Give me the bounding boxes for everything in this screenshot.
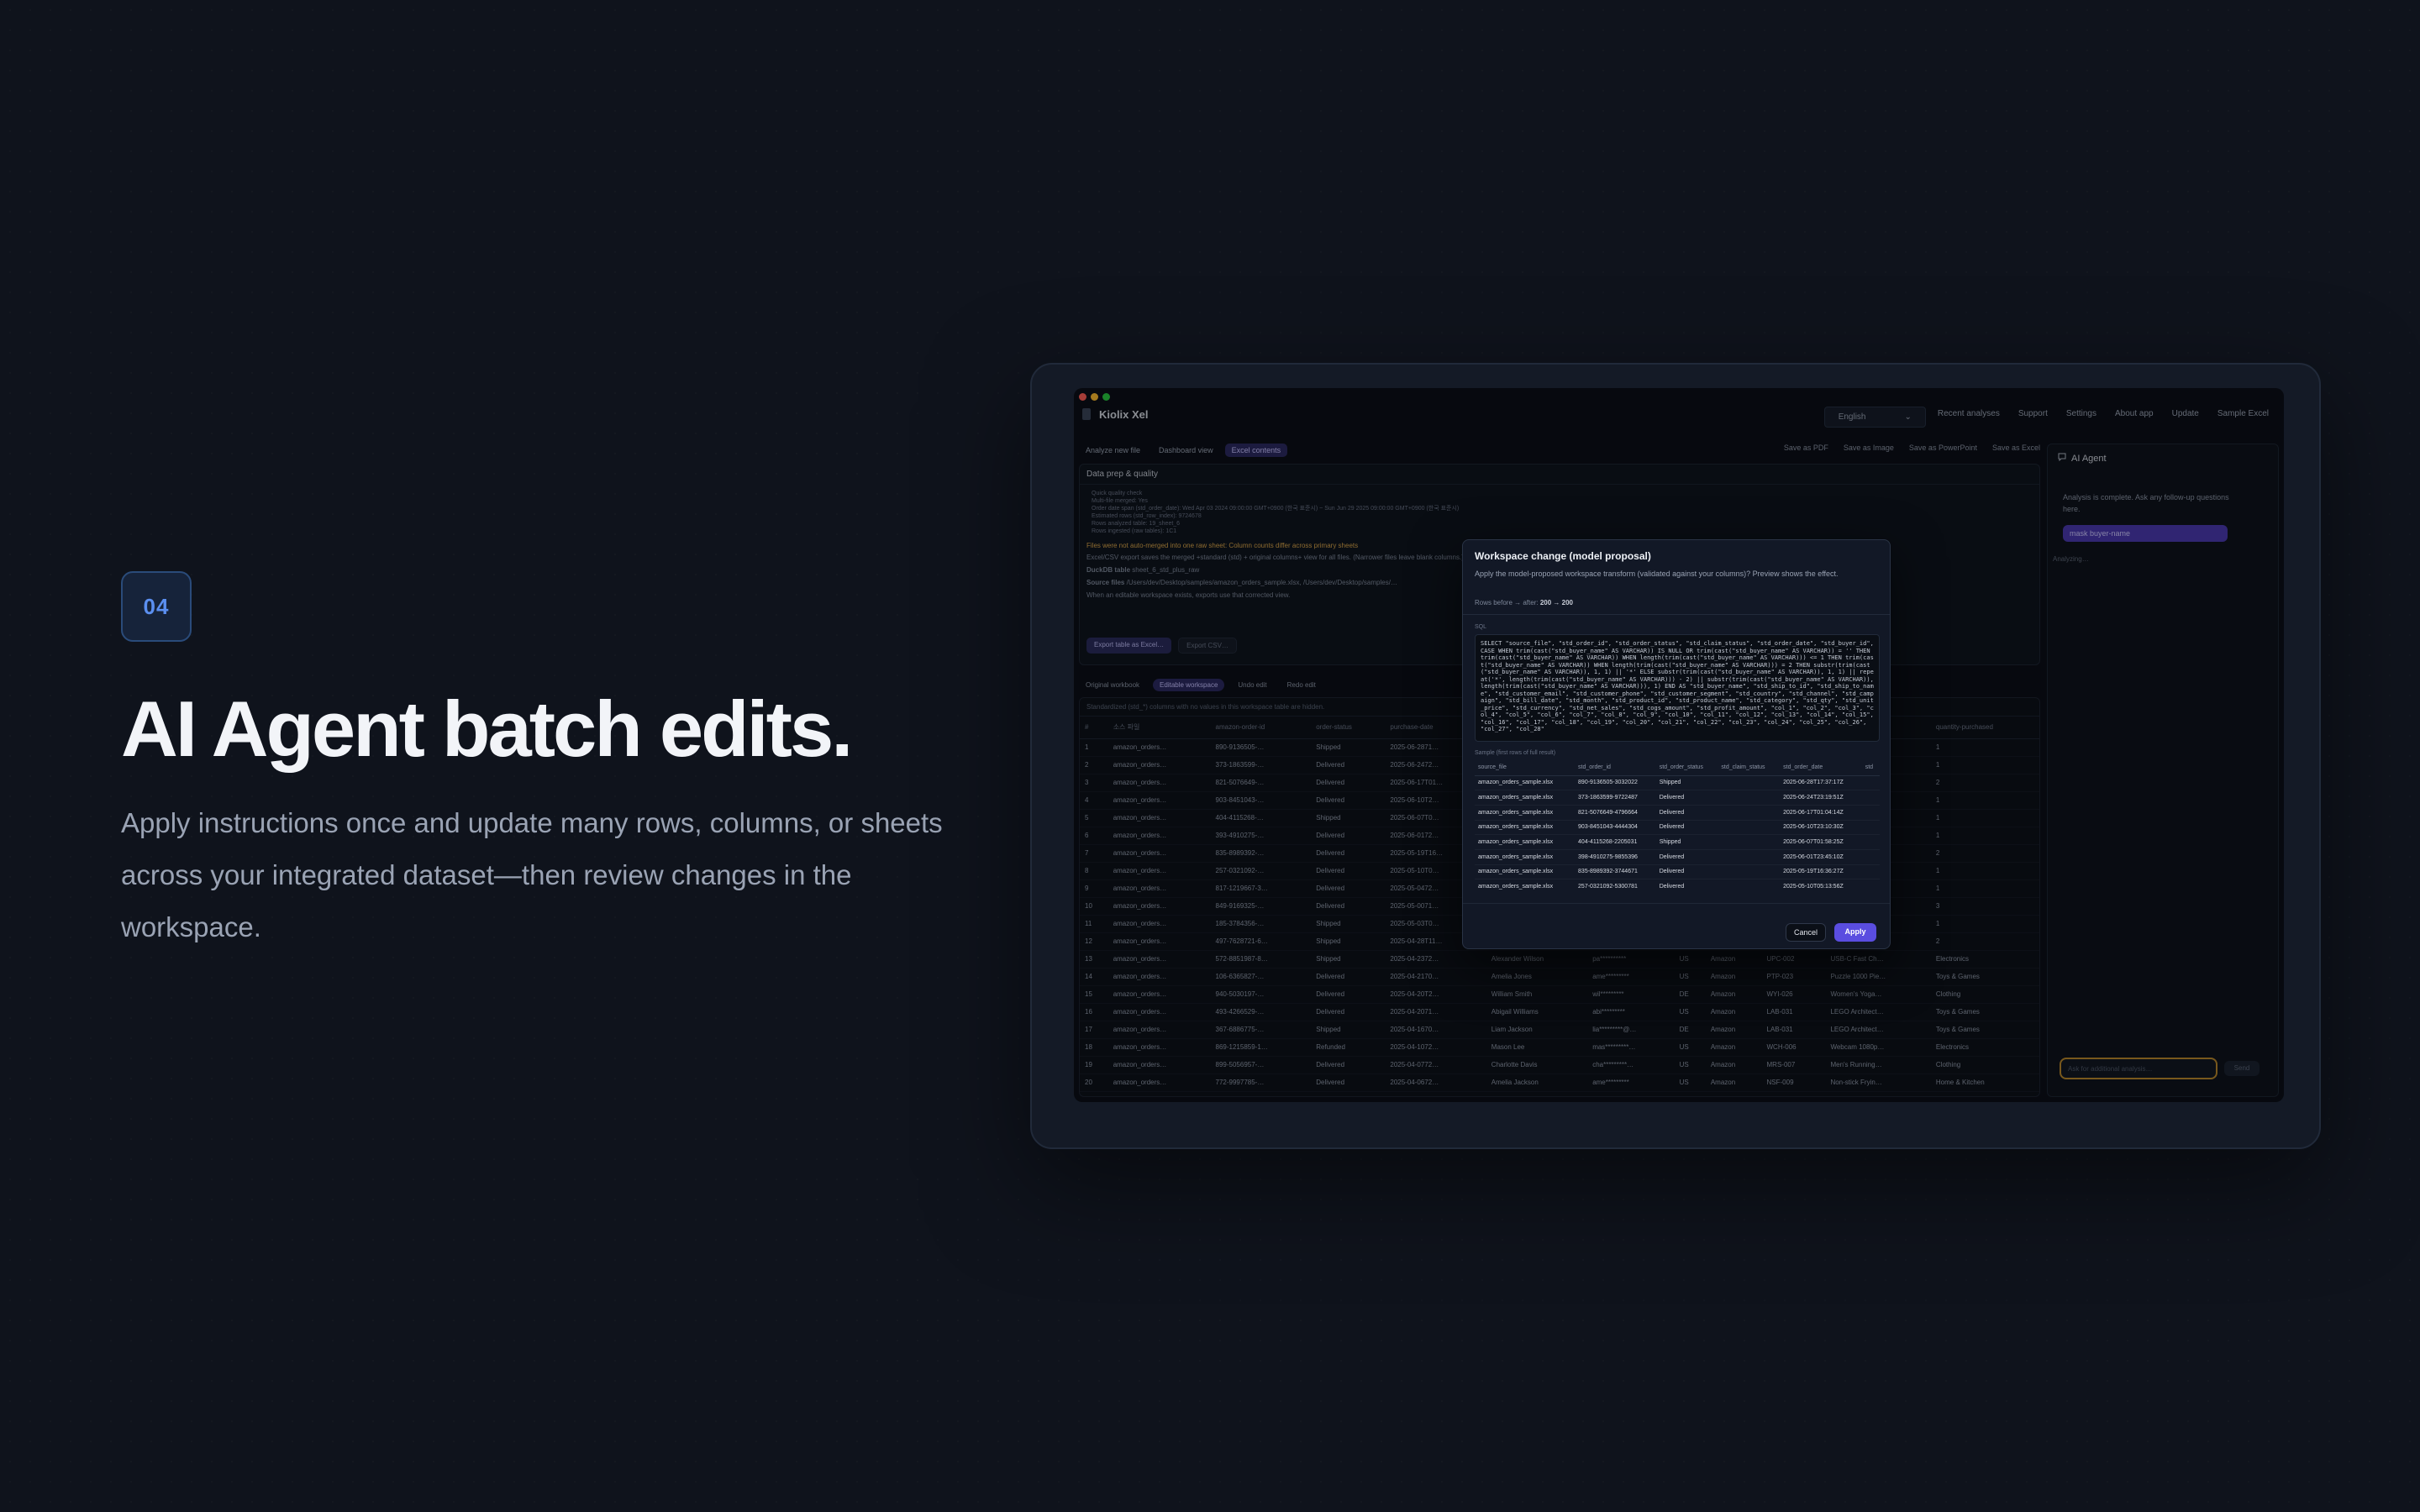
sample-cell: 903-8451043-4444304 [1575,820,1656,836]
sample-cell: 2025-06-01T23:45:10Z [1780,849,1862,865]
sample-cell: amazon_orders_sample.xlsx [1475,820,1576,836]
sample-cell: amazon_orders_sample.xlsx [1475,879,1576,891]
step-number: 04 [143,593,170,619]
sample-label: Sample (first rows of full result) [1475,750,1556,756]
sample-cell [1861,805,1880,821]
sample-cell: Delivered [1655,849,1718,865]
sample-cell: 2025-05-19T16:36:27Z [1780,864,1862,880]
cancel-button[interactable]: Cancel [1786,923,1826,942]
sample-cell [1861,820,1880,836]
apply-button[interactable]: Apply [1834,923,1876,942]
column-header[interactable]: std_claim_status [1718,760,1781,776]
dialog-description: Apply the model-proposed workspace trans… [1475,570,1839,578]
sample-cell: amazon_orders_sample.xlsx [1475,775,1576,791]
sample-cell: amazon_orders_sample.xlsx [1475,805,1576,821]
sample-cell [1718,864,1781,880]
sample-cell: 2025-06-10T23:10:30Z [1780,820,1862,836]
sample-cell: 398-4910275-9855396 [1575,849,1656,865]
sample-cell: Delivered [1655,820,1718,836]
sample-cell: 2025-06-07T01:58:25Z [1780,834,1862,850]
rows-summary: Rows before → after: 200 → 200 [1475,599,1573,606]
sample-cell: Delivered [1655,790,1718,806]
sample-cell: 404-4115268-2205031 [1575,834,1656,850]
rows-value: 200 → 200 [1539,599,1573,606]
sample-cell: 2025-06-28T17:37:17Z [1780,775,1862,791]
sample-cell: amazon_orders_sample.xlsx [1475,834,1576,850]
sample-cell [1861,775,1880,791]
sample-table-wrap[interactable]: source_file std_order_id std_order_status s… [1475,760,1880,891]
sample-cell: amazon_orders_sample.xlsx [1475,849,1576,865]
sql-label: SQL [1475,624,1487,630]
divider [1463,903,1890,904]
dialog-title: Workspace change (model proposal) [1475,550,1651,562]
rows-label: Rows before → after: [1475,599,1539,606]
sample-cell [1861,790,1880,806]
table-row[interactable]: amazon_orders_sample.xlsx 398-4910275-985… [1475,849,1880,865]
app-window: Kiolix Xel English ⌄ Recent analyses Sup… [1074,388,2284,1102]
divider [1463,614,1890,615]
sample-cell: Delivered [1655,864,1718,880]
column-header[interactable]: source_file [1475,760,1576,776]
sample-cell: Delivered [1655,805,1718,821]
sample-cell [1718,879,1781,891]
sample-cell: 2025-05-10T05:13:56Z [1780,879,1862,891]
sample-table: source_file std_order_id std_order_status s… [1475,760,1880,891]
hero-section: 04 AI Agent batch edits. Apply instructi… [121,571,961,953]
table-row[interactable]: amazon_orders_sample.xlsx 821-5076649-479… [1475,805,1880,821]
sample-cell: amazon_orders_sample.xlsx [1475,790,1576,806]
sample-cell [1861,864,1880,880]
table-row[interactable]: amazon_orders_sample.xlsx 890-9136505-303… [1475,775,1880,791]
sample-cell [1718,834,1781,850]
sample-cell: 821-5076649-4796664 [1575,805,1656,821]
sample-cell: 2025-06-24T23:19:51Z [1780,790,1862,806]
hero-title: AI Agent batch edits. [121,685,853,773]
table-row[interactable]: amazon_orders_sample.xlsx 373-1863599-972… [1475,790,1880,806]
sample-cell [1718,820,1781,836]
sample-cell [1718,790,1781,806]
sample-cell [1718,849,1781,865]
screenshot-frame: Kiolix Xel English ⌄ Recent analyses Sup… [1030,363,2321,1149]
workspace-change-dialog: Workspace change (model proposal) Apply … [1462,539,1891,949]
step-badge: 04 [121,571,192,642]
sample-cell: 2025-06-17T01:04:14Z [1780,805,1862,821]
sample-cell [1718,805,1781,821]
column-header[interactable]: std_order_status [1655,760,1718,776]
table-row[interactable]: amazon_orders_sample.xlsx 835-8989392-374… [1475,864,1880,880]
sample-cell: Shipped [1655,834,1718,850]
sample-cell: 373-1863599-9722487 [1575,790,1656,806]
sample-cell [1861,879,1880,891]
table-row[interactable]: amazon_orders_sample.xlsx 404-4115268-220… [1475,834,1880,850]
column-header[interactable]: std_order_date [1780,760,1862,776]
sample-cell: 257-0321092-5300781 [1575,879,1656,891]
sample-cell: Delivered [1655,879,1718,891]
sample-cell [1861,849,1880,865]
column-header[interactable]: std_order_id [1575,760,1656,776]
sql-preview[interactable]: SELECT "source_file", "std_order_id", "s… [1475,634,1880,742]
sample-cell: 835-8989392-3744671 [1575,864,1656,880]
sample-header-row: source_file std_order_id std_order_status s… [1475,760,1880,776]
table-row[interactable]: amazon_orders_sample.xlsx 903-8451043-444… [1475,820,1880,836]
sample-cell: Shipped [1655,775,1718,791]
sample-cell: 890-9136505-3032022 [1575,775,1656,791]
column-header[interactable]: std [1861,760,1880,776]
table-row[interactable]: amazon_orders_sample.xlsx 257-0321092-530… [1475,879,1880,891]
sample-cell: amazon_orders_sample.xlsx [1475,864,1576,880]
sample-cell [1861,834,1880,850]
sample-cell [1718,775,1781,791]
hero-subtitle: Apply instructions once and update many … [121,807,943,943]
